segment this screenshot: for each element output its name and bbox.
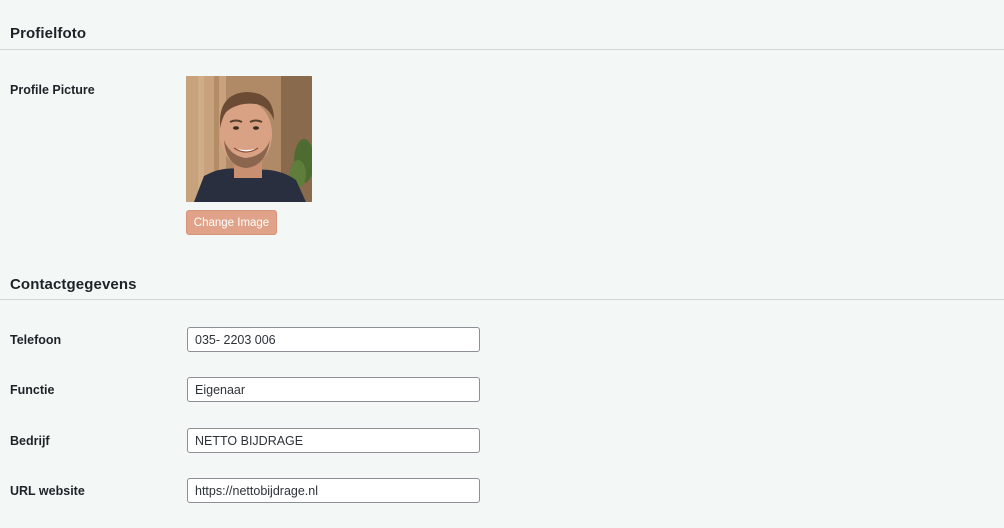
change-image-button[interactable]: Change Image [186,210,277,235]
telefoon-input[interactable] [187,327,480,352]
bedrijf-input[interactable] [187,428,480,453]
url-website-input[interactable] [187,478,480,503]
telefoon-label: Telefoon [10,333,62,347]
section-title-contact: Contactgegevens [10,276,137,293]
functie-label: Functie [10,383,55,397]
profile-picture-avatar [186,76,312,202]
profile-picture-label: Profile Picture [10,83,95,97]
section-divider [0,49,1004,50]
functie-input[interactable] [187,377,480,402]
section-divider [0,299,1004,300]
url-website-label: URL website [10,484,85,498]
section-title-profile-photo: Profielfoto [10,25,87,42]
bedrijf-label: Bedrijf [10,434,50,448]
